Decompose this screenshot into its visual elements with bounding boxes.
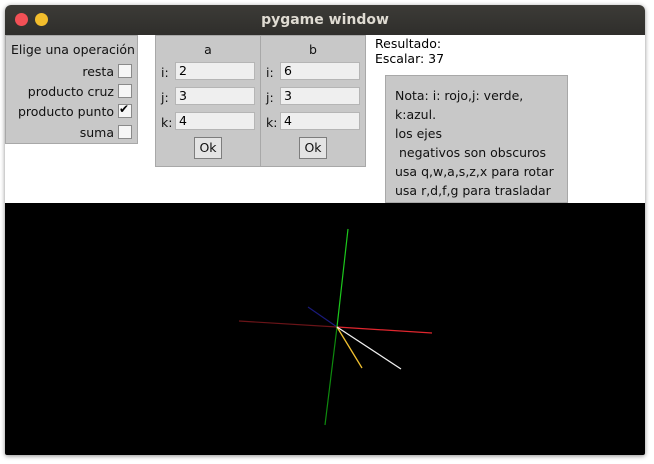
j-label: j: (161, 90, 169, 105)
option-producto-cruz[interactable]: producto cruz (28, 83, 132, 99)
vector-b-header: b (309, 42, 317, 57)
option-label: producto punto (17, 103, 114, 119)
j-axis-positive (336, 228, 349, 328)
operation-panel: Elige una operación resta producto cruz … (5, 35, 138, 144)
vector-b-line (336, 326, 402, 370)
i-label: i: (266, 65, 274, 80)
k-label: k: (161, 115, 173, 130)
note-line: usa r,d,f,g para trasladar (395, 183, 551, 198)
i-label: i: (161, 65, 169, 80)
window-content: Elige una operación resta producto cruz … (5, 35, 645, 455)
note-line: negativos son obscuros (395, 145, 547, 160)
vector-a-header: a (204, 42, 212, 57)
option-producto-punto[interactable]: producto punto (17, 102, 132, 119)
vector-a-panel: a i: 2 j: 3 k: 4 Ok (155, 35, 261, 167)
j-label: j: (266, 90, 274, 105)
producto-punto-checkbox[interactable] (118, 102, 132, 118)
vector-a-ok-button[interactable]: Ok (194, 137, 222, 159)
scalar-result: Escalar: 37 (375, 51, 445, 66)
vector-a-line (336, 326, 363, 369)
k-axis-negative (307, 306, 338, 328)
operation-panel-title: Elige una operación (11, 42, 135, 57)
vector-a-j-input[interactable]: 3 (175, 87, 255, 105)
app-window: pygame window Elige una operación resta … (5, 5, 645, 455)
note-line: Nota: i: rojo,j: verde, (395, 88, 524, 103)
i-axis-negative (238, 320, 338, 328)
producto-cruz-checkbox[interactable] (118, 84, 132, 98)
note-line: los ejes (395, 126, 442, 141)
resta-checkbox[interactable] (118, 64, 132, 78)
option-label: suma (79, 124, 114, 140)
vector-b-k-input[interactable]: 4 (280, 112, 360, 130)
3d-scene (238, 228, 433, 426)
title-bar: pygame window (5, 5, 645, 35)
help-note-panel: Nota: i: rojo,j: verde, k:azul. los ejes… (385, 75, 568, 203)
vector-a-i-input[interactable]: 2 (175, 62, 255, 80)
note-line: usa q,w,a,s,z,x para rotar (395, 164, 554, 179)
j-axis-negative (324, 326, 338, 426)
option-suma[interactable]: suma (80, 124, 132, 140)
option-label: producto cruz (27, 83, 114, 99)
suma-checkbox[interactable] (118, 125, 132, 139)
vector-a-k-input[interactable]: 4 (175, 112, 255, 130)
window-title: pygame window (261, 12, 389, 28)
vector-b-i-input[interactable]: 6 (280, 62, 360, 80)
note-line: k:azul. (395, 107, 437, 122)
3d-viewport[interactable] (5, 203, 645, 455)
result-area: Resultado: Escalar: 37 (375, 36, 444, 66)
i-axis-positive (336, 326, 433, 334)
k-label: k: (266, 115, 278, 130)
vector-b-j-input[interactable]: 3 (280, 87, 360, 105)
vector-b-ok-button[interactable]: Ok (299, 137, 327, 159)
option-resta[interactable]: resta (82, 63, 132, 79)
vector-b-panel: b i: 6 j: 3 k: 4 Ok (260, 35, 366, 167)
option-label: resta (82, 63, 114, 79)
result-label: Resultado: (375, 36, 442, 51)
